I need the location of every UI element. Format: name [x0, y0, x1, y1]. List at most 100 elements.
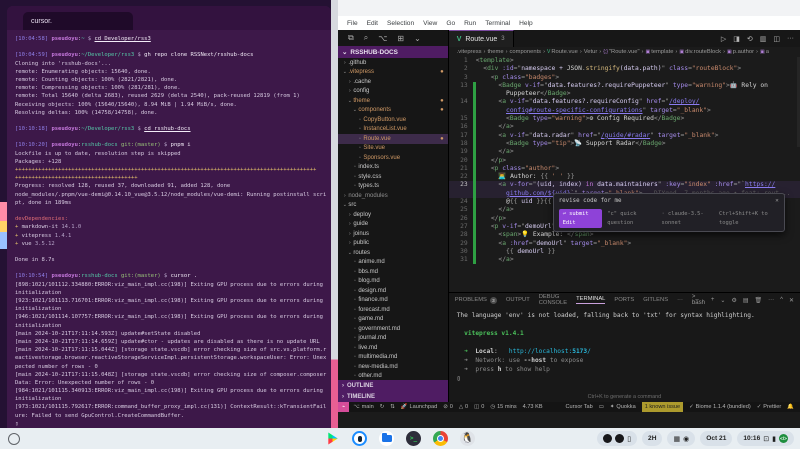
tree-item-config[interactable]: ›config	[338, 87, 448, 97]
up-icon[interactable]: ^	[780, 297, 783, 303]
inline-ai-widget[interactable]: revise code for me ✕ ⏎ submit Edit "c" q…	[553, 193, 785, 232]
panel-tab-debug-console[interactable]: DEBUG CONSOLE	[539, 294, 567, 306]
files-icon[interactable]: ⧉	[348, 33, 354, 43]
search-icon[interactable]: ⌕	[364, 33, 368, 43]
breadcrumb-item[interactable]: ▣template	[645, 49, 673, 55]
panel-tab-ports[interactable]: PORTS	[614, 297, 634, 303]
status-item-bell[interactable]: 🔔	[787, 404, 794, 410]
breadcrumb-item[interactable]: ▣div.routeBlock	[679, 49, 721, 55]
tree-item-public[interactable]: ›public	[338, 239, 448, 249]
chevron-down-icon[interactable]: ⌄	[414, 34, 421, 43]
panel-tab--[interactable]: ···	[677, 297, 683, 303]
tree-item-bbs-md[interactable]: ▫bbs.md	[338, 267, 448, 277]
tree-item-deploy[interactable]: ›deploy	[338, 210, 448, 220]
code-line[interactable]: 19 </a>	[449, 148, 800, 156]
code-line[interactable]: Puppeteer</Badge>	[449, 90, 800, 98]
terminal-output[interactable]: [10:04:58] pseudoyu:~ $ cd Developer/rss…	[7, 30, 331, 428]
status-item-main[interactable]: ⌥main	[353, 404, 373, 410]
terminal-tab[interactable]: cursor.	[23, 12, 133, 30]
tree-item-theme[interactable]: ⌄theme●	[338, 96, 448, 106]
tree-item-live-md[interactable]: ▫live.md	[338, 343, 448, 353]
shelf-app-one-password[interactable]	[352, 431, 367, 446]
tree-item-src[interactable]: ⌄src	[338, 201, 448, 211]
panel-split-icon[interactable]: ▤	[743, 297, 749, 304]
code-line[interactable]: 16 </a>	[449, 123, 800, 131]
breadcrumb[interactable]: .vitepress›theme›components›VRoute.vue›V…	[449, 47, 800, 57]
tree-item-new-media-md[interactable]: ▫new-media.md	[338, 362, 448, 372]
tree-item-site-vue[interactable]: ▫Site.vue	[338, 144, 448, 154]
tree-item-route-vue[interactable]: ▫Route.vue●	[338, 134, 448, 144]
menu-item-view[interactable]: View	[419, 20, 441, 27]
tree-item-routes[interactable]: ⌄routes	[338, 248, 448, 258]
status-item-cursor-tab[interactable]: Cursor Tab	[566, 404, 593, 410]
ai-model-select[interactable]: · claude-3.5-sonnet	[661, 210, 713, 227]
tree-item-multimedia-md[interactable]: ▫multimedia.md	[338, 353, 448, 363]
more-icon[interactable]: ···	[768, 297, 774, 303]
code-line[interactable]: 13 <Badge v-if="data.features?.requirePu…	[449, 82, 800, 90]
tree-item-anime-md[interactable]: ▫anime.md	[338, 258, 448, 268]
tree-item-components[interactable]: ⌄components●	[338, 106, 448, 116]
code-line[interactable]: 28 <span>💡 Example: </span>	[449, 231, 800, 239]
tray-pill[interactable]: ▯	[597, 431, 637, 446]
panel-tab-output[interactable]: OUTPUT	[506, 297, 530, 303]
tree-item-instancelist-vue[interactable]: ▫InstanceList.vue	[338, 125, 448, 135]
tab-route-vue[interactable]: V Route.vue 3	[449, 30, 514, 47]
menu-item-run[interactable]: Run	[460, 20, 480, 27]
menu-item-go[interactable]: Go	[442, 20, 459, 27]
tree-item-government-md[interactable]: ▫government.md	[338, 324, 448, 334]
code-line[interactable]: 17 <a v-if="data.radar" href="/guide/#ra…	[449, 132, 800, 140]
ai-quick-question[interactable]: "c" quick question	[607, 210, 656, 227]
status-item-0[interactable]: △0	[459, 404, 468, 410]
gear-icon[interactable]: ⚙	[731, 297, 736, 304]
tree-item-finance-md[interactable]: ▫finance.md	[338, 296, 448, 306]
tree-item-journal-md[interactable]: ▫journal.md	[338, 334, 448, 344]
status-item-1-known-issue[interactable]: 1 known issue	[642, 402, 683, 412]
shelf-app-linux-terminal[interactable]: 🐧	[460, 431, 475, 446]
close-icon[interactable]: ✕	[789, 297, 794, 304]
breadcrumb-item[interactable]: components	[510, 49, 542, 55]
ai-widget-close-icon[interactable]: ✕	[775, 197, 779, 205]
tray-pill[interactable]: 2H	[642, 431, 662, 446]
status-item-sync[interactable]: ↻	[380, 404, 385, 410]
tree-item-blog-md[interactable]: ▫blog.md	[338, 277, 448, 287]
code-line[interactable]: 2 <div :id="namespace + JSON.stringify(d…	[449, 65, 800, 73]
status-item-0[interactable]: ⊘0	[443, 404, 453, 410]
breadcrumb-item[interactable]: ▣p.author	[727, 49, 754, 55]
menu-item-edit[interactable]: Edit	[363, 20, 382, 27]
panel-tab-terminal[interactable]: TERMINAL	[576, 296, 605, 304]
split-icon[interactable]: ◫	[773, 35, 780, 43]
diff-icon[interactable]: ◨	[733, 35, 740, 43]
tree-item-other-md[interactable]: ▫other.md	[338, 372, 448, 381]
remote-indicator[interactable]: ⌁	[338, 402, 349, 412]
layout-icon[interactable]: ▥	[760, 35, 767, 43]
menu-item-terminal[interactable]: Terminal	[481, 20, 514, 27]
code-line[interactable]: 1<template>	[449, 57, 800, 65]
tree-item-design-md[interactable]: ▫design.md	[338, 286, 448, 296]
tree-item-types-ts[interactable]: ▫types.ts	[338, 182, 448, 192]
code-line[interactable]: 15 <Badge type="warning">⚙ Config Requir…	[449, 115, 800, 123]
shell-selector[interactable]: >_ bash	[692, 294, 705, 306]
tree-item-guide[interactable]: ›guide	[338, 220, 448, 230]
code-line[interactable]: 30 {{ demoUrl }}	[449, 248, 800, 256]
tray-pill[interactable]: ▦◉	[667, 431, 695, 446]
status-item-launchpad[interactable]: 🚀Launchpad	[401, 404, 437, 410]
menu-item-help[interactable]: Help	[515, 20, 537, 27]
caret-icon[interactable]: ⌄	[720, 297, 725, 304]
menu-item-selection[interactable]: Selection	[383, 20, 418, 27]
tree-item-joinus[interactable]: ›joinus	[338, 229, 448, 239]
code-area[interactable]: revise code for me ✕ ⏎ submit Edit "c" q…	[449, 57, 800, 292]
status-item-4-73-kb[interactable]: 4.73 KB	[523, 404, 543, 410]
run-icon[interactable]: ▷	[721, 35, 726, 43]
breadcrumb-item[interactable]: {;}"Route.vue"	[603, 49, 639, 55]
trash-icon[interactable]: 🗑	[755, 297, 763, 304]
tree-item-index-ts[interactable]: ▫index.ts	[338, 163, 448, 173]
tree-item-game-md[interactable]: ▫game.md	[338, 315, 448, 325]
code-line[interactable]: 29 <a :href="demoUrl" target="_blank">	[449, 240, 800, 248]
tray-pill[interactable]: Oct 21	[700, 431, 732, 446]
source-control-icon[interactable]: ⌥	[378, 34, 387, 43]
ai-submit-button[interactable]: ⏎ submit Edit	[559, 209, 603, 228]
status-item-15-mins[interactable]: ◷15 mins	[490, 404, 516, 410]
explorer-root-header[interactable]: ⌄ RSSHUB-DOCS	[338, 46, 448, 58]
panel-tab-gitlens[interactable]: GITLENS	[643, 297, 668, 303]
code-line[interactable]: 23 <a v-for="(uid, index) in data.mainta…	[449, 181, 800, 189]
